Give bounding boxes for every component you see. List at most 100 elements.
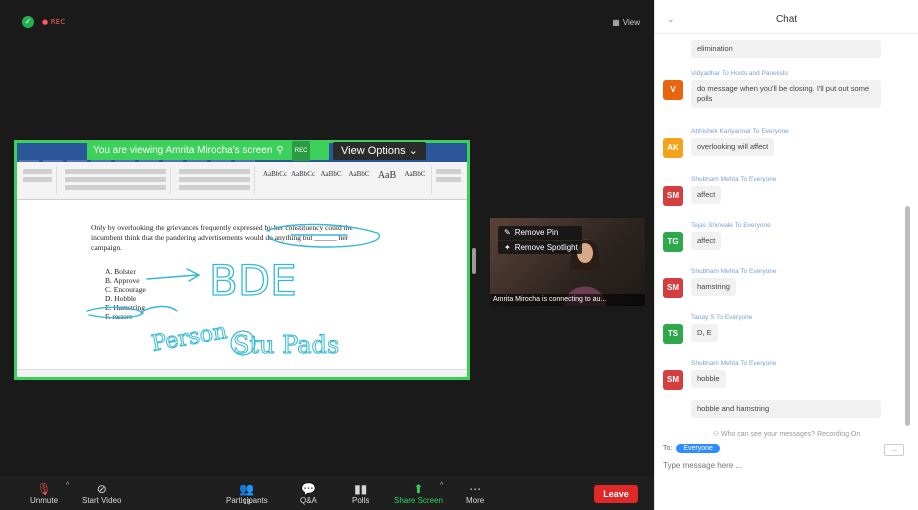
- chat-message: Shubham Mehta To Everyone SM affect: [663, 176, 893, 206]
- remove-spotlight-item[interactable]: ✦ Remove Spotlight: [498, 240, 582, 254]
- pin-menu: ✎ Remove Pin ✦ Remove Spotlight: [498, 226, 582, 254]
- more-label: More: [466, 496, 485, 505]
- annotation-word-stupads: Stu Pads: [233, 331, 339, 359]
- participants-button[interactable]: 👥13 Participants: [226, 482, 268, 506]
- style-heading1: AaBbC: [320, 170, 342, 178]
- remove-pin-item[interactable]: ✎ Remove Pin: [498, 226, 582, 240]
- style-subtitle: AaBbC: [404, 170, 426, 178]
- share-banner-text: You are viewing Amrita Mirocha's screen: [93, 145, 273, 156]
- chat-message: elimination: [663, 40, 893, 58]
- remove-spotlight-label: Remove Spotlight: [514, 242, 578, 252]
- more-button[interactable]: ⋯ More: [466, 482, 484, 505]
- message-text: hobble and hamstring: [691, 400, 881, 418]
- chat-message-input[interactable]: [663, 458, 903, 472]
- chat-message: Shubham Mehta To Everyone SM hamstring: [663, 268, 893, 298]
- option-d: D. Hobble: [105, 294, 137, 303]
- share-screen-label: Share Screen: [394, 496, 443, 505]
- chat-messages[interactable]: elimination Vidyadhar To Hosts and Panel…: [655, 34, 918, 426]
- pin-icon: ✎: [504, 228, 511, 237]
- message-text: elimination: [691, 40, 881, 58]
- qa-button[interactable]: 💬 Q&A: [300, 482, 317, 505]
- clipboard-group: [19, 166, 57, 194]
- editing-group: [431, 166, 465, 194]
- security-shield-icon[interactable]: ✓: [22, 16, 34, 28]
- share-screen-icon: ⬆: [413, 482, 424, 496]
- message-text: affect: [691, 232, 722, 250]
- style-title: AaB: [377, 170, 397, 181]
- message-meta: Shubham Mehta To Everyone: [691, 268, 777, 275]
- view-button[interactable]: ▦ View: [612, 18, 640, 27]
- chat-message: Tejas Shinvale To Everyone TG affect: [663, 222, 893, 252]
- option-e: E. Hamstring: [105, 303, 145, 312]
- remove-pin-label: Remove Pin: [514, 228, 559, 237]
- participants-icon: 👥13: [239, 482, 255, 506]
- chat-visibility-notice[interactable]: ⚇ Who can see your messages? Recording O…: [655, 430, 918, 438]
- audio-options-caret-icon[interactable]: ^: [66, 482, 69, 489]
- paragraph-group: [175, 166, 255, 194]
- message-text: hamstring: [691, 278, 736, 296]
- avatar: SM: [663, 278, 683, 298]
- message-text: hobble: [691, 370, 726, 388]
- annotation-word-person: Person: [150, 319, 229, 357]
- start-video-label: Start Video: [82, 496, 122, 505]
- annotation-circle: [230, 330, 256, 356]
- option-a: A. Bolster: [105, 267, 136, 276]
- notice-text: Who can see your messages? Recording On: [720, 431, 861, 438]
- avatar: SM: [663, 370, 683, 390]
- message-text: do message when you'll be closing. I'll …: [691, 80, 881, 108]
- message-meta: Abhishek Kariyannar To Everyone: [691, 128, 789, 135]
- recipient-dropdown[interactable]: Everyone: [676, 444, 720, 453]
- share-screen-button[interactable]: ⬆ Share Screen: [394, 482, 443, 505]
- start-video-button[interactable]: ⊘ Start Video: [82, 482, 121, 505]
- chat-message: Tanay S To Everyone TS D, E: [663, 314, 893, 344]
- chat-message: Abhishek Kariyannar To Everyone AK overl…: [663, 128, 893, 158]
- share-options-caret-icon[interactable]: ^: [440, 482, 443, 489]
- leave-button[interactable]: Leave: [594, 485, 638, 503]
- participant-video-tile[interactable]: ✎ Remove Pin ✦ Remove Spotlight Amrita M…: [490, 218, 645, 306]
- message-text: overlooking will affect: [691, 138, 775, 156]
- shared-screen[interactable]: AaBbCc AaBbCc AaBbC AaBbC AaB AaBbC Only…: [14, 140, 470, 380]
- view-options-button[interactable]: View Options ⌄: [333, 142, 426, 160]
- style-normal: AaBbCc: [262, 170, 288, 178]
- message-text: D, E: [691, 324, 718, 342]
- word-ribbon: AaBbCc AaBbCc AaBbC AaBbC AaB AaBbC: [17, 162, 467, 200]
- message-meta: Tanay S To Everyone: [691, 314, 753, 321]
- to-label: To:: [663, 445, 673, 452]
- split-resize-handle[interactable]: [472, 248, 476, 274]
- chat-message: Vidyadhar To Hosts and Panelists V do me…: [663, 70, 893, 108]
- pin-icon: ⚲: [276, 145, 284, 156]
- avatar: V: [663, 80, 683, 100]
- chat-more-button[interactable]: ...: [884, 444, 904, 456]
- grid-view-icon: ▦: [612, 18, 620, 27]
- annotation-letters: BDE: [209, 256, 297, 305]
- zoom-window: ✓ ● REC ▦ View AaBbCc AaBbCc AaBbC AaBbC…: [0, 0, 918, 510]
- option-c: C. Encourage: [105, 285, 146, 294]
- qa-icon: 💬: [300, 482, 316, 496]
- message-meta: Tejas Shinvale To Everyone: [691, 222, 771, 229]
- share-banner: You are viewing Amrita Mirocha's screen …: [87, 141, 329, 161]
- view-button-label: View: [622, 18, 640, 27]
- avatar: AK: [663, 138, 683, 158]
- option-b: B. Approve: [105, 276, 140, 285]
- unmute-button[interactable]: 🎙 Unmute: [30, 482, 58, 505]
- meeting-toolbar: 🎙 Unmute ^ ⊘ Start Video 👥13 Participant…: [0, 476, 654, 510]
- style-nospacing: AaBbCc: [290, 170, 316, 178]
- polls-button[interactable]: ▮▮ Polls: [352, 482, 369, 505]
- polls-icon: ▮▮: [354, 482, 368, 496]
- answer-options: A. Bolster B. Approve C. Encourage D. Ho…: [105, 267, 146, 321]
- question-text: Only by overlooking the grievances frequ…: [91, 223, 353, 252]
- chat-header: ⌄ Chat: [655, 0, 918, 34]
- chat-message: hobble and hamstring: [663, 400, 893, 418]
- share-rec-badge: REC: [291, 141, 311, 161]
- chat-title: Chat: [775, 14, 798, 25]
- spotlight-icon: ✦: [504, 242, 511, 252]
- style-heading2: AaBbC: [348, 170, 370, 178]
- chat-scrollbar[interactable]: [905, 206, 910, 426]
- chat-message: Shubham Mehta To Everyone SM hobble: [663, 360, 893, 390]
- message-meta: Vidyadhar To Hosts and Panelists: [691, 70, 788, 77]
- message-text: affect: [691, 186, 722, 204]
- avatar: TS: [663, 324, 683, 344]
- document-page: Only by overlooking the grievances frequ…: [47, 203, 441, 369]
- avatar: TG: [663, 232, 683, 252]
- message-meta: Shubham Mehta To Everyone: [691, 360, 777, 367]
